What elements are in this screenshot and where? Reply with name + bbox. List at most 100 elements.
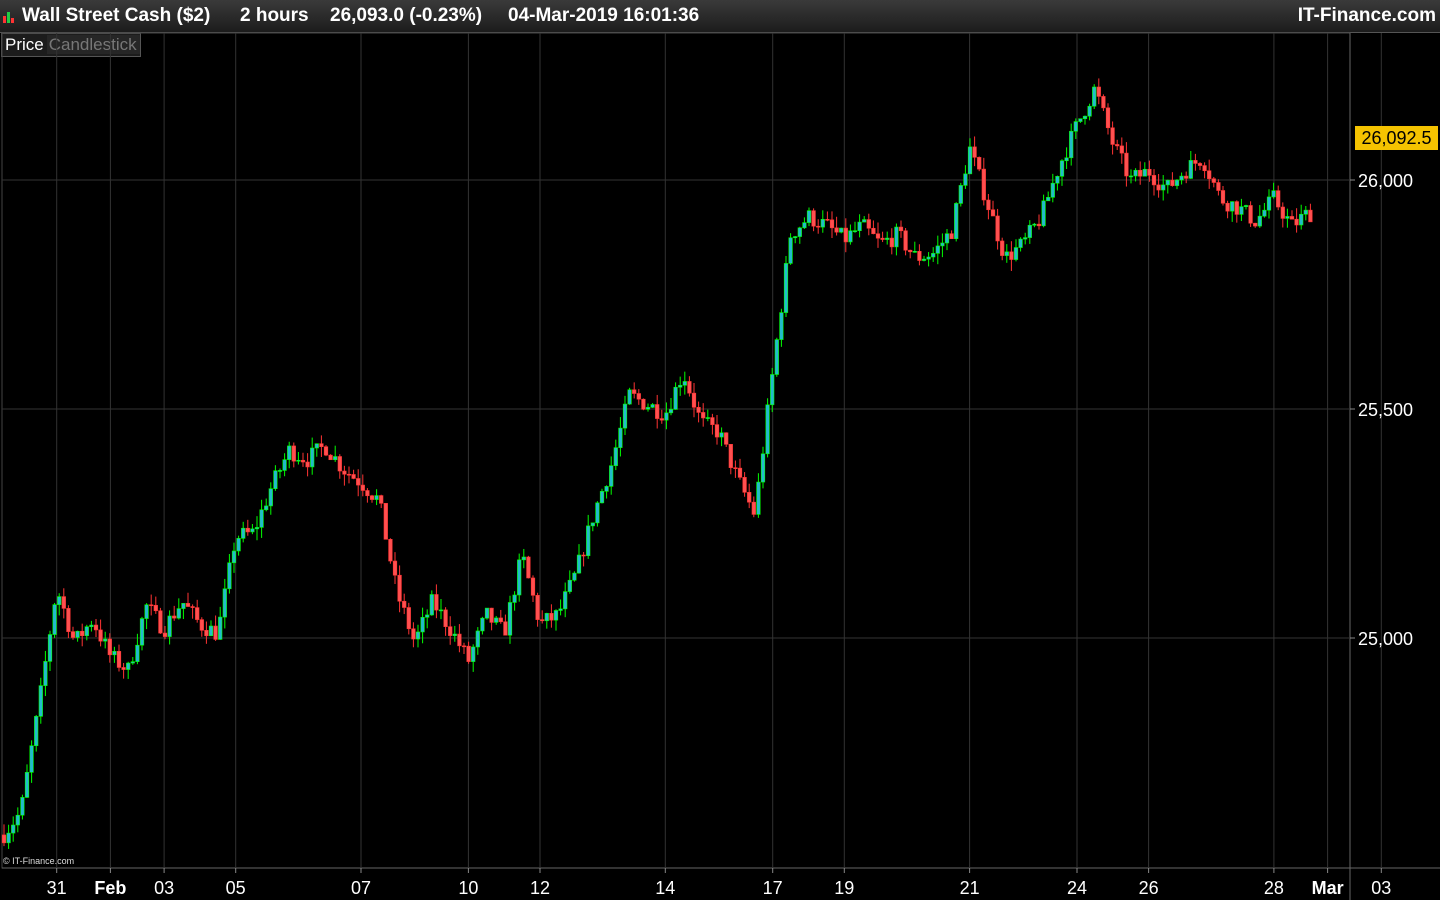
candle-body <box>1110 127 1115 145</box>
candle-body <box>949 233 954 240</box>
candle-body <box>80 630 85 637</box>
candle-body <box>420 617 425 633</box>
candle-body <box>701 412 706 419</box>
candle-body <box>1046 197 1051 202</box>
candle-body <box>705 417 710 419</box>
candle-body <box>153 604 158 612</box>
candle-body <box>954 203 959 240</box>
candle-body <box>535 595 540 620</box>
candle-body <box>811 210 816 227</box>
candle-body <box>176 608 181 619</box>
candle-body <box>650 404 655 408</box>
candle-body <box>452 633 457 636</box>
candle-body <box>1 834 7 844</box>
candle-body <box>392 560 398 576</box>
candle-body <box>770 374 775 406</box>
candle-body <box>526 556 531 579</box>
candle-body <box>213 625 218 640</box>
candle-body <box>627 389 632 405</box>
candle-body <box>1142 168 1147 177</box>
candle-body <box>342 470 347 475</box>
candle-body <box>259 509 264 528</box>
candle-body <box>480 617 485 632</box>
candle-body <box>1188 160 1193 179</box>
candle-body <box>254 527 260 530</box>
candle-body <box>903 230 908 251</box>
candle-body <box>1059 160 1065 177</box>
candle-body <box>673 386 678 410</box>
candle-body <box>1308 209 1313 223</box>
candle-body <box>369 495 375 500</box>
x-tick-label: 17 <box>763 878 783 898</box>
price-chart[interactable]: 31Feb030507101214171921242628Mar030525,0… <box>0 0 1440 900</box>
x-tick-label: 12 <box>530 878 550 898</box>
candle-body <box>1128 175 1134 178</box>
candle-body <box>1082 115 1088 120</box>
candle-body <box>241 527 246 539</box>
candle-body <box>1119 145 1124 154</box>
candle-body <box>52 604 57 635</box>
candle-body <box>222 588 227 618</box>
candle-body <box>618 427 623 448</box>
candle-body <box>783 263 789 313</box>
candle-body <box>1087 105 1092 117</box>
candle-body <box>231 550 237 564</box>
candle-body <box>862 219 867 223</box>
candle-body <box>760 453 766 483</box>
candle-body <box>1073 121 1078 132</box>
candle-body <box>1266 196 1272 211</box>
candle-body <box>1193 160 1198 164</box>
candle-body <box>61 596 66 609</box>
candle-body <box>1276 190 1281 208</box>
candle-body <box>894 226 899 248</box>
candle-body <box>1004 251 1009 256</box>
candle-body <box>494 617 499 623</box>
candle-body <box>11 824 16 834</box>
candle-body <box>1000 240 1005 256</box>
x-tick-label: 19 <box>834 878 854 898</box>
candle-body <box>967 146 973 175</box>
candle-body <box>1239 206 1244 215</box>
candle-body <box>687 381 692 394</box>
candle-body <box>866 219 871 229</box>
candle-body <box>581 554 586 557</box>
candle-body <box>825 219 830 221</box>
candle-body <box>682 381 687 386</box>
candle-body <box>1151 175 1157 186</box>
x-tick-label: 31 <box>47 878 67 898</box>
candle-body <box>337 456 342 472</box>
candle-body <box>1101 96 1106 109</box>
candle-body <box>857 221 862 231</box>
candle-body <box>383 503 388 540</box>
candle-body <box>742 477 747 493</box>
candle-body <box>521 556 526 561</box>
last-price-tag: 26,092.5 <box>1355 126 1438 150</box>
candle-body <box>848 230 853 243</box>
x-tick-label: 14 <box>655 878 675 898</box>
candle-body <box>981 168 986 201</box>
candle-body <box>586 525 591 556</box>
candle-body <box>834 227 839 233</box>
candle-body <box>977 157 982 170</box>
candle-body <box>986 199 991 211</box>
candle-body <box>1262 209 1267 217</box>
candle-body <box>116 651 122 668</box>
candle-body <box>6 832 11 844</box>
candle-body <box>995 215 1000 242</box>
candle-body <box>609 465 614 487</box>
candle-body <box>1050 182 1055 198</box>
candle-body <box>820 219 825 228</box>
candle-body <box>130 661 135 664</box>
candle-body <box>250 528 255 533</box>
x-tick-label: 03 <box>1371 878 1391 898</box>
candle-body <box>1018 238 1023 248</box>
candle-body <box>710 417 715 425</box>
candle-body <box>576 554 582 574</box>
candle-body <box>172 615 177 619</box>
candle-body <box>843 227 848 243</box>
candle-body <box>1096 86 1101 97</box>
candle-body <box>1179 175 1184 181</box>
x-tick-label: 26 <box>1139 878 1159 898</box>
candle-body <box>563 591 568 610</box>
candle-body <box>1303 209 1308 215</box>
